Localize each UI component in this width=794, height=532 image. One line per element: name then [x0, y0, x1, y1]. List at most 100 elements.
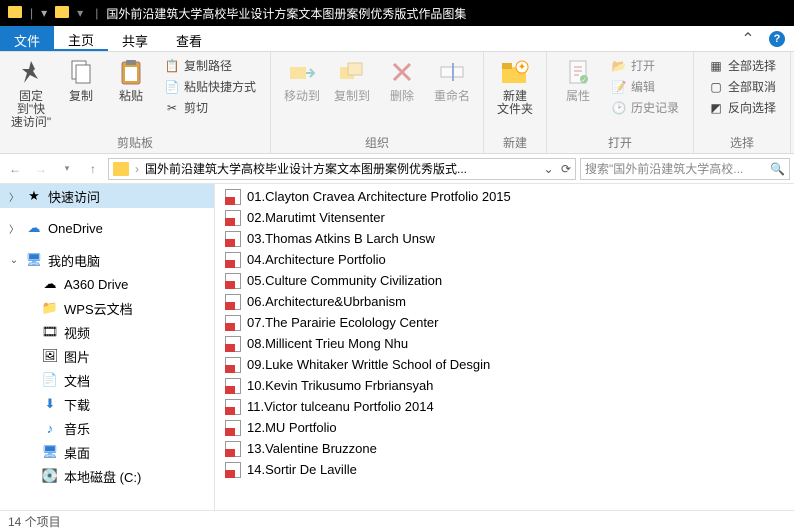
pdf-icon	[225, 420, 241, 436]
file-row[interactable]: 05.Culture Community Civilization	[215, 270, 794, 291]
forward-button[interactable]: →	[30, 158, 52, 180]
group-label: 组织	[277, 134, 477, 153]
nav-downloads[interactable]: ⬇下载	[0, 392, 214, 416]
cloud-icon: ☁	[42, 276, 58, 292]
explorer-window: | ▾ ▾ | 国外前沿建筑大学高校毕业设计方案文本图册案例优秀版式作品图集 文…	[0, 0, 794, 532]
file-name: 10.Kevin Trikusumo Frbriansyah	[247, 378, 433, 393]
file-row[interactable]: 08.Millicent Trieu Mong Nhu	[215, 333, 794, 354]
cloud-icon: ☁	[26, 220, 42, 236]
nav-documents[interactable]: 📄文档	[0, 368, 214, 392]
file-name: 04.Architecture Portfolio	[247, 252, 386, 267]
doc-icon: 📄	[42, 372, 58, 388]
pdf-icon	[225, 441, 241, 457]
nav-onedrive[interactable]: 〉☁OneDrive	[0, 216, 214, 240]
nav-quick-access[interactable]: 〉★快速访问	[0, 184, 214, 208]
nav-this-pc[interactable]: ⌄🖥我的电脑	[0, 248, 214, 272]
selectnone-icon: ▢	[708, 79, 724, 95]
address-field[interactable]: › 国外前沿建筑大学高校毕业设计方案文本图册案例优秀版式... ⌄ ⟳	[108, 158, 576, 180]
selectall-icon: ▦	[708, 58, 724, 74]
group-label: 新建	[490, 134, 540, 153]
nav-music[interactable]: ♪音乐	[0, 416, 214, 440]
svg-text:✦: ✦	[518, 62, 526, 73]
open-button[interactable]: 📂打开	[607, 56, 683, 75]
file-name: 03.Thomas Atkins B Larch Unsw	[247, 231, 435, 246]
pdf-icon	[225, 378, 241, 394]
tab-share[interactable]: 共享	[108, 26, 162, 51]
pin-button[interactable]: 固定到"快 速访问"	[6, 54, 56, 130]
file-row[interactable]: 01.Clayton Cravea Architecture Protfolio…	[215, 186, 794, 207]
file-name: 11.Victor tulceanu Portfolio 2014	[247, 399, 434, 414]
delete-icon	[386, 56, 418, 88]
file-row[interactable]: 04.Architecture Portfolio	[215, 249, 794, 270]
pdf-icon	[225, 189, 241, 205]
minimize-ribbon-icon[interactable]: ⌃	[736, 26, 760, 51]
select-all-button[interactable]: ▦全部选择	[704, 56, 780, 75]
invert-selection-button[interactable]: ◩反向选择	[704, 98, 780, 117]
nav-desktop[interactable]: 🖥桌面	[0, 440, 214, 464]
paste-button[interactable]: 粘贴	[106, 54, 156, 103]
delete-button[interactable]: 删除	[377, 54, 427, 103]
file-name: 02.Marutimt Vitensenter	[247, 210, 385, 225]
file-name: 14.Sortir De Laville	[247, 462, 357, 477]
shortcut-icon: 📄	[164, 79, 180, 95]
new-folder-icon: ✦	[499, 56, 531, 88]
file-name: 08.Millicent Trieu Mong Nhu	[247, 336, 408, 351]
search-placeholder: 搜索"国外前沿建筑大学高校...	[585, 160, 770, 177]
back-button[interactable]: ←	[4, 158, 26, 180]
history-button[interactable]: 🕑历史记录	[607, 98, 683, 117]
rename-button[interactable]: 重命名	[427, 54, 477, 103]
star-icon: ★	[26, 188, 42, 204]
pdf-icon	[225, 231, 241, 247]
file-row[interactable]: 09.Luke Whitaker Writtle School of Desgi…	[215, 354, 794, 375]
address-bar: ← → ▾ ↑ › 国外前沿建筑大学高校毕业设计方案文本图册案例优秀版式... …	[0, 154, 794, 184]
nav-a360[interactable]: ☁A360 Drive	[0, 272, 214, 296]
recent-button[interactable]: ▾	[56, 158, 78, 180]
tab-home[interactable]: 主页	[54, 26, 108, 51]
copy-button[interactable]: 复制	[56, 54, 106, 103]
tab-file[interactable]: 文件	[0, 26, 54, 51]
pdf-icon	[225, 210, 241, 226]
pdf-icon	[225, 315, 241, 331]
copy-to-button[interactable]: 复制到	[327, 54, 377, 103]
file-name: 09.Luke Whitaker Writtle School of Desgi…	[247, 357, 490, 372]
copyto-icon	[336, 56, 368, 88]
nav-videos[interactable]: 🎞视频	[0, 320, 214, 344]
help-button[interactable]: ?	[766, 28, 788, 50]
file-row[interactable]: 02.Marutimt Vitensenter	[215, 207, 794, 228]
file-row[interactable]: 13.Valentine Bruzzone	[215, 438, 794, 459]
cut-button[interactable]: ✂剪切	[160, 98, 260, 117]
title-bar: | ▾ ▾ | 国外前沿建筑大学高校毕业设计方案文本图册案例优秀版式作品图集	[0, 0, 794, 26]
select-none-button[interactable]: ▢全部取消	[704, 77, 780, 96]
nav-pictures[interactable]: 🖼图片	[0, 344, 214, 368]
chevron-down-icon[interactable]: ⌄	[544, 162, 554, 176]
pc-icon: 🖥	[26, 252, 42, 268]
pdf-icon	[225, 252, 241, 268]
paste-shortcut-button[interactable]: 📄粘贴快捷方式	[160, 77, 260, 96]
new-folder-button[interactable]: ✦ 新建 文件夹	[490, 54, 540, 116]
file-row[interactable]: 06.Architecture&Ubrbanism	[215, 291, 794, 312]
group-label: 剪贴板	[6, 134, 264, 153]
search-input[interactable]: 搜索"国外前沿建筑大学高校... 🔍	[580, 158, 790, 180]
file-row[interactable]: 03.Thomas Atkins B Larch Unsw	[215, 228, 794, 249]
file-name: 05.Culture Community Civilization	[247, 273, 442, 288]
file-row[interactable]: 10.Kevin Trikusumo Frbriansyah	[215, 375, 794, 396]
refresh-icon[interactable]: ⟳	[561, 162, 571, 176]
file-row[interactable]: 12.MU Portfolio	[215, 417, 794, 438]
copy-path-button[interactable]: 📋复制路径	[160, 56, 260, 75]
file-row[interactable]: 11.Victor tulceanu Portfolio 2014	[215, 396, 794, 417]
invert-icon: ◩	[708, 100, 724, 116]
move-to-button[interactable]: 移动到	[277, 54, 327, 103]
search-icon: 🔍	[770, 162, 785, 176]
nav-local-disk[interactable]: 💽本地磁盘 (C:)	[0, 464, 214, 488]
nav-wps[interactable]: 📁WPS云文档	[0, 296, 214, 320]
edit-button[interactable]: 📝编辑	[607, 77, 683, 96]
up-button[interactable]: ↑	[82, 158, 104, 180]
open-icon: 📂	[611, 58, 627, 74]
properties-button[interactable]: ✓ 属性	[553, 54, 603, 103]
status-bar: 14 个项目	[0, 510, 794, 532]
down-icon[interactable]: ▾	[41, 6, 47, 20]
file-row[interactable]: 14.Sortir De Laville	[215, 459, 794, 480]
file-row[interactable]: 07.The Parairie Ecolology Center	[215, 312, 794, 333]
tab-view[interactable]: 查看	[162, 26, 216, 51]
video-icon: 🎞	[42, 324, 58, 340]
